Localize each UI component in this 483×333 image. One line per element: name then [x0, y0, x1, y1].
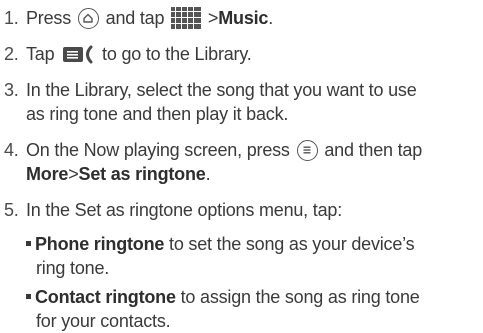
- step-number: 1.: [4, 8, 19, 28]
- step-text: Press: [26, 8, 72, 28]
- separator: >: [68, 164, 79, 184]
- menu-icon: [296, 140, 318, 161]
- all-apps-grid-icon: [171, 7, 202, 29]
- music-label: Music: [218, 8, 269, 28]
- step-4: 4. On the Now playing screen, press and t…: [4, 138, 477, 186]
- step-number: 4.: [4, 140, 19, 160]
- bullet-icon: [26, 241, 31, 247]
- step-5: 5. In the Set as ringtone options menu, t…: [4, 198, 477, 222]
- option-text: to assign the song as ring tone: [180, 287, 420, 307]
- step-number: 2.: [4, 44, 19, 64]
- step-text: In the Library, select the song that you…: [26, 80, 417, 100]
- step-number: 5.: [4, 200, 19, 220]
- step-text: and tap: [105, 8, 165, 28]
- bullet-icon: [26, 294, 31, 300]
- period: .: [205, 164, 211, 184]
- option-text-continued: for your contacts.: [36, 311, 171, 331]
- set-as-ringtone-label: Set as ringtone: [78, 164, 206, 184]
- step-text: In the Set as ringtone options menu, tap…: [26, 200, 343, 220]
- home-icon: [77, 8, 99, 29]
- instructions-page: 1. Press and tap >Music. 2. Tap to go to t…: [0, 0, 483, 331]
- option-text-continued: ring tone.: [36, 258, 110, 278]
- step-2: 2. Tap to go to the Library.: [4, 42, 477, 66]
- option-label: Phone ringtone: [35, 234, 165, 254]
- step-text-continued: as ring tone and then play it back.: [26, 104, 289, 124]
- library-icon: [62, 43, 94, 65]
- step-1: 1. Press and tap >Music.: [4, 6, 477, 30]
- step-3: 3. In the Library, select the song that y…: [4, 78, 477, 126]
- option-label: Contact ringtone: [35, 287, 176, 307]
- step-text: On the Now playing screen, press: [26, 140, 290, 160]
- step-text: and then tap: [324, 140, 423, 160]
- step-text: Tap: [26, 44, 55, 64]
- step-number: 3.: [4, 80, 19, 100]
- step-text: to go to the Library.: [102, 44, 252, 64]
- period: .: [268, 8, 274, 28]
- option-phone-ringtone: Phone ringtone to set the song as your d…: [26, 232, 477, 280]
- separator: >: [207, 8, 219, 28]
- option-text: to set the song as your device’s: [169, 234, 415, 254]
- more-label: More: [26, 164, 69, 184]
